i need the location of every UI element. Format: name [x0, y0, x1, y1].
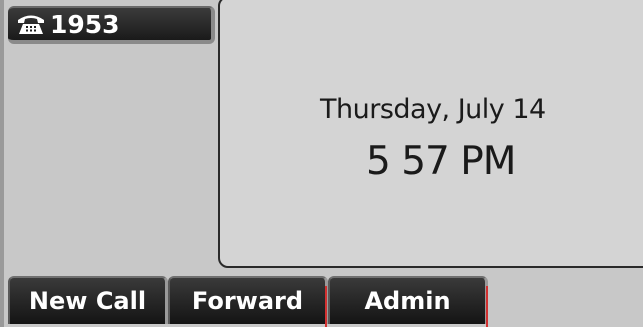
softkey-admin[interactable]: Admin: [328, 276, 488, 324]
time-display: 5 57 PM: [366, 139, 516, 184]
softkey-marker: [486, 286, 488, 327]
phone-screen: 1953 Thursday, July 14 5 57 PM New Call …: [0, 0, 643, 327]
softkey-forward[interactable]: Forward: [168, 276, 328, 324]
phone-handset-icon: [14, 11, 48, 37]
softkey-marker: [325, 286, 327, 327]
softkey-bar: New Call Forward Admin: [4, 276, 643, 327]
status-display-panel: Thursday, July 14 5 57 PM: [218, 0, 643, 268]
softkey-new-call[interactable]: New Call: [8, 276, 168, 324]
date-display: Thursday, July 14: [320, 94, 546, 125]
line-key-extension: 1953: [50, 9, 120, 39]
line-key-1953[interactable]: 1953: [8, 6, 215, 44]
